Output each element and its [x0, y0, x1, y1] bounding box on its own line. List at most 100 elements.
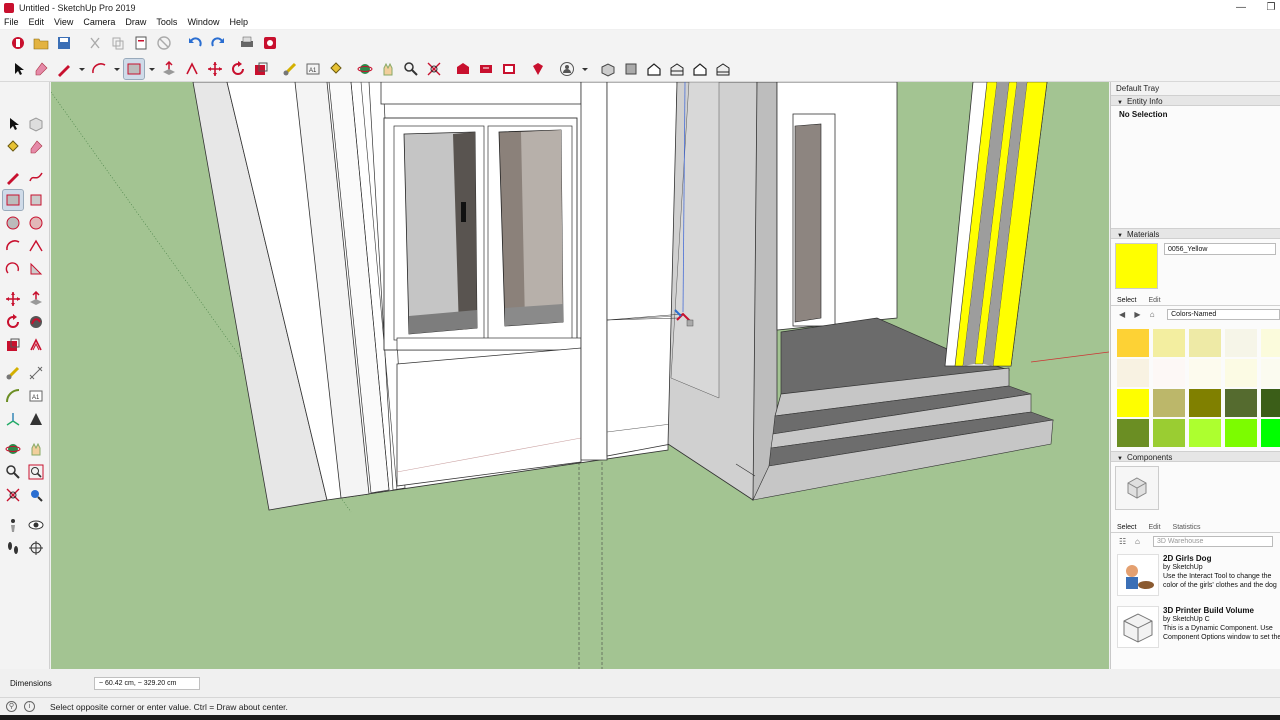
- text-tool[interactable]: A1: [26, 386, 46, 406]
- rotate-tool-button[interactable]: [228, 59, 248, 79]
- arc-tool-dropdown[interactable]: [112, 59, 122, 79]
- material-swatch[interactable]: [1189, 329, 1221, 357]
- material-swatch[interactable]: [1153, 329, 1185, 357]
- circle-tool[interactable]: [3, 213, 23, 233]
- material-swatch[interactable]: [1225, 389, 1257, 417]
- component-thumbnail[interactable]: [1115, 466, 1159, 510]
- materials-library-select[interactable]: Colors-Named: [1167, 309, 1280, 320]
- back-arrow-icon[interactable]: ◀: [1119, 310, 1128, 319]
- geo-location-icon[interactable]: ⚲: [6, 701, 17, 712]
- menu-camera[interactable]: Camera: [83, 17, 115, 27]
- rectangle-tool-button[interactable]: [123, 57, 145, 80]
- arc-tool-button[interactable]: [89, 59, 109, 79]
- account-button[interactable]: [557, 59, 577, 79]
- pan-tool-button[interactable]: [378, 59, 398, 79]
- undo-button[interactable]: [185, 33, 205, 53]
- iso-view-button[interactable]: [598, 59, 618, 79]
- materials-tab-edit[interactable]: Edit: [1148, 295, 1160, 305]
- three-point-arc-tool[interactable]: [3, 259, 23, 279]
- section-plane-tool[interactable]: [26, 538, 46, 558]
- material-swatch[interactable]: [1117, 329, 1149, 357]
- material-swatch[interactable]: [1261, 419, 1280, 447]
- line-tool[interactable]: [3, 167, 23, 187]
- material-swatch[interactable]: [1153, 389, 1185, 417]
- material-swatch[interactable]: [1189, 419, 1221, 447]
- material-swatch[interactable]: [1189, 359, 1221, 387]
- open-button[interactable]: [31, 33, 51, 53]
- scale-tool[interactable]: [3, 335, 23, 355]
- 3d-text-tool[interactable]: [26, 409, 46, 429]
- components-tab-statistics[interactable]: Statistics: [1173, 522, 1201, 532]
- back-view-button[interactable]: [690, 59, 710, 79]
- paint-bucket-tool[interactable]: [3, 137, 23, 157]
- copy-button[interactable]: [108, 33, 128, 53]
- top-view-button[interactable]: [621, 59, 641, 79]
- home-icon[interactable]: ⌂: [1150, 310, 1159, 319]
- arc-tool[interactable]: [3, 236, 23, 256]
- account-dropdown[interactable]: [580, 59, 590, 79]
- material-swatch[interactable]: [1153, 359, 1185, 387]
- list-item[interactable]: 3D Printer Build Volume by SketchUp C Th…: [1111, 602, 1280, 654]
- walk-tool[interactable]: [3, 538, 23, 558]
- rotate-tool[interactable]: [3, 312, 23, 332]
- scale-tool-button[interactable]: [251, 59, 271, 79]
- material-swatch[interactable]: [1225, 419, 1257, 447]
- front-view-button[interactable]: [644, 59, 664, 79]
- cut-button[interactable]: [85, 33, 105, 53]
- look-around-tool[interactable]: [26, 515, 46, 535]
- menu-window[interactable]: Window: [187, 17, 219, 27]
- current-material-swatch[interactable]: [1115, 243, 1158, 289]
- materials-header[interactable]: ▼ Materials: [1111, 228, 1280, 239]
- line-tool-dropdown[interactable]: [77, 59, 87, 79]
- view-options-icon[interactable]: ☷: [1119, 537, 1129, 546]
- paste-button[interactable]: [131, 33, 151, 53]
- material-name-field[interactable]: 0056_Yellow: [1163, 243, 1276, 255]
- menu-help[interactable]: Help: [229, 17, 248, 27]
- material-swatch[interactable]: [1261, 389, 1280, 417]
- entity-info-header[interactable]: ▼ Entity Info: [1111, 95, 1280, 106]
- menu-file[interactable]: File: [4, 17, 19, 27]
- restore-button[interactable]: ❐: [1256, 0, 1280, 15]
- info-icon[interactable]: i: [24, 701, 35, 712]
- move-tool[interactable]: [3, 289, 23, 309]
- redo-button[interactable]: [208, 33, 228, 53]
- zoom-extents-tool[interactable]: [3, 485, 23, 505]
- eraser-tool[interactable]: [26, 137, 46, 157]
- erase-button[interactable]: [154, 33, 174, 53]
- select-tool[interactable]: [3, 114, 23, 134]
- two-point-arc-tool[interactable]: [26, 236, 46, 256]
- axes-tool[interactable]: [3, 409, 23, 429]
- menu-draw[interactable]: Draw: [125, 17, 146, 27]
- components-tab-edit[interactable]: Edit: [1148, 522, 1160, 532]
- push-pull-tool[interactable]: [26, 289, 46, 309]
- pie-tool[interactable]: [26, 259, 46, 279]
- forward-arrow-icon[interactable]: ▶: [1134, 310, 1143, 319]
- freehand-tool[interactable]: [26, 167, 46, 187]
- measurements-input[interactable]: ~ 60.42 cm, ~ 329.20 cm: [94, 677, 200, 690]
- minimize-button[interactable]: —: [1226, 0, 1256, 15]
- tape-measure-button[interactable]: [280, 59, 300, 79]
- material-swatch[interactable]: [1117, 359, 1149, 387]
- left-view-button[interactable]: [713, 59, 733, 79]
- menu-tools[interactable]: Tools: [156, 17, 177, 27]
- components-search-input[interactable]: 3D Warehouse: [1153, 536, 1273, 547]
- offset-tool-button[interactable]: [182, 59, 202, 79]
- material-swatch[interactable]: [1117, 419, 1149, 447]
- orbit-tool[interactable]: [3, 439, 23, 459]
- paint-bucket-button[interactable]: [326, 59, 346, 79]
- rectangle-tool-dropdown[interactable]: [147, 59, 157, 79]
- extension-warehouse-button[interactable]: [476, 59, 496, 79]
- ruby-console-button[interactable]: [528, 59, 548, 79]
- warehouse-button[interactable]: [453, 59, 473, 79]
- material-swatch[interactable]: [1225, 329, 1257, 357]
- eraser-tool-button[interactable]: [31, 59, 51, 79]
- home-icon[interactable]: ⌂: [1135, 537, 1145, 546]
- follow-me-tool[interactable]: [26, 312, 46, 332]
- model-info-button[interactable]: [260, 33, 280, 53]
- rectangle-tool[interactable]: [2, 189, 24, 211]
- save-button[interactable]: [54, 33, 74, 53]
- push-pull-tool-button[interactable]: [159, 59, 179, 79]
- materials-tab-select[interactable]: Select: [1117, 295, 1136, 305]
- material-swatch[interactable]: [1261, 329, 1280, 357]
- rotated-rectangle-tool[interactable]: [26, 190, 46, 210]
